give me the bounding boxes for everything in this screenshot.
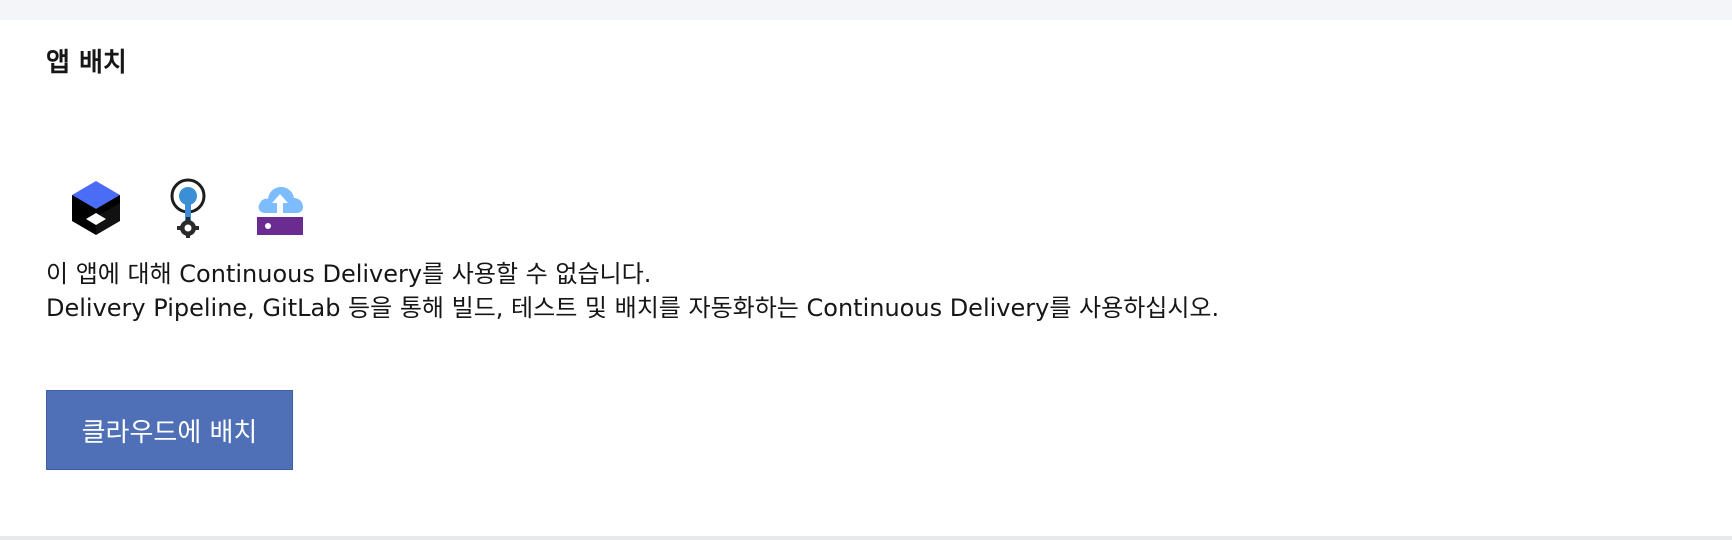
deploy-to-cloud-button[interactable]: 클라우드에 배치 [46, 390, 293, 470]
code-engine-icon [66, 178, 126, 238]
section-title: 앱 배치 [46, 48, 127, 78]
deploy-app-card: 앱 배치 이 앱에 대해 Continuous Delivery를 사용할 수 … [0, 20, 1732, 540]
cloud-upload-server-icon [250, 178, 310, 238]
toolchain-icon-row [66, 178, 310, 238]
message-line-2: Delivery Pipeline, GitLab 등을 통해 빌드, 테스트 … [46, 294, 1220, 322]
cd-unavailable-message: 이 앱에 대해 Continuous Delivery를 사용할 수 없습니다.… [46, 257, 1219, 325]
message-line-1: 이 앱에 대해 Continuous Delivery를 사용할 수 없습니다. [46, 260, 652, 288]
git-repo-gear-icon [158, 178, 218, 238]
